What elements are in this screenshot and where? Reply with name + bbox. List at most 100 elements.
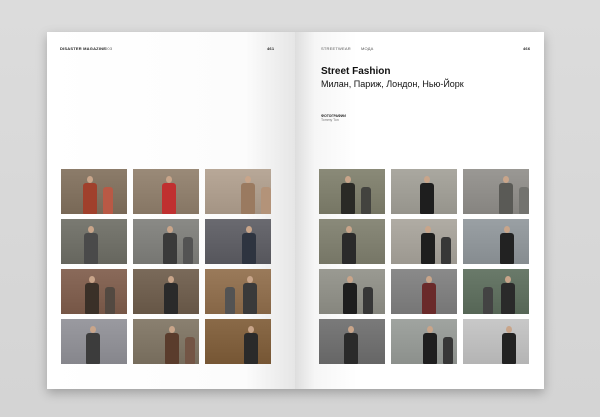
street-style-photo	[133, 169, 199, 214]
street-style-photo	[61, 169, 127, 214]
person-figure	[423, 333, 437, 364]
street-style-photo	[61, 319, 127, 364]
street-style-photo	[319, 169, 385, 214]
street-style-photo	[391, 269, 457, 314]
person-figure	[342, 233, 356, 264]
person-figure	[341, 183, 355, 214]
person-figure	[84, 233, 98, 264]
street-style-photo	[133, 269, 199, 314]
photo-background	[463, 219, 529, 264]
person-figure	[83, 183, 97, 214]
person-figure	[483, 287, 493, 314]
person-figure	[343, 283, 357, 314]
person-figure	[422, 283, 436, 314]
photo-background	[205, 319, 271, 364]
right-page: STREETWEAR МОДА 466 Street Fashion Милан…	[295, 32, 544, 389]
street-style-photo	[133, 319, 199, 364]
person-figure	[243, 283, 257, 314]
person-figure	[105, 287, 115, 314]
person-figure	[86, 333, 100, 364]
person-figure	[244, 333, 258, 364]
person-figure	[183, 237, 193, 264]
person-head	[87, 176, 93, 183]
person-figure	[162, 183, 176, 214]
photo-background	[205, 269, 271, 314]
person-figure	[261, 187, 271, 214]
person-figure	[163, 233, 177, 264]
person-head	[346, 226, 352, 233]
category-label: МОДА	[361, 46, 374, 51]
person-head	[245, 176, 251, 183]
street-style-photo	[61, 269, 127, 314]
person-figure	[164, 283, 178, 314]
person-figure	[185, 337, 195, 364]
person-figure	[500, 233, 514, 264]
person-head	[247, 276, 253, 283]
photo-background	[463, 269, 529, 314]
photo-background	[205, 219, 271, 264]
person-head	[89, 276, 95, 283]
article-title: Street Fashion	[321, 66, 391, 77]
person-head	[88, 226, 94, 233]
person-head	[167, 226, 173, 233]
person-head	[345, 176, 351, 183]
person-figure	[421, 233, 435, 264]
street-style-photo	[205, 169, 271, 214]
street-style-photo	[319, 319, 385, 364]
section-label: STREETWEAR	[321, 46, 351, 51]
person-head	[506, 326, 512, 333]
street-style-photo	[133, 219, 199, 264]
street-style-photo	[463, 169, 529, 214]
magazine-spread: DISASTER MAGAZINE 003 461 STREETWEAR МОД…	[47, 32, 544, 389]
person-figure	[242, 233, 256, 264]
street-style-photo	[319, 219, 385, 264]
street-style-photo	[391, 169, 457, 214]
person-head	[90, 326, 96, 333]
person-head	[347, 276, 353, 283]
street-style-photo	[391, 319, 457, 364]
street-style-photo	[205, 269, 271, 314]
person-figure	[85, 283, 99, 314]
person-figure	[501, 283, 515, 314]
article-subtitle: Милан, Париж, Лондон, Нью-Йорк	[321, 79, 464, 89]
street-style-photo	[463, 269, 529, 314]
photo-background	[463, 319, 529, 364]
person-figure	[443, 337, 453, 364]
person-head	[166, 176, 172, 183]
person-head	[248, 326, 254, 333]
person-figure	[361, 187, 371, 214]
person-figure	[420, 183, 434, 214]
street-style-photo	[391, 219, 457, 264]
person-head	[426, 276, 432, 283]
person-figure	[519, 187, 529, 214]
magazine-name: DISASTER MAGAZINE	[60, 46, 107, 51]
person-head	[425, 226, 431, 233]
person-figure	[499, 183, 513, 214]
person-head	[504, 226, 510, 233]
street-style-photo	[205, 319, 271, 364]
person-figure	[502, 333, 516, 364]
issue-number: 003	[105, 46, 113, 51]
street-style-photo	[319, 269, 385, 314]
person-figure	[363, 287, 373, 314]
person-figure	[441, 237, 451, 264]
person-head	[503, 176, 509, 183]
page-number-right: 466	[523, 46, 531, 51]
street-style-photo	[61, 219, 127, 264]
person-head	[246, 226, 252, 233]
person-head	[168, 276, 174, 283]
background: DISASTER MAGAZINE 003 461 STREETWEAR МОД…	[0, 0, 600, 417]
street-style-photo	[463, 219, 529, 264]
person-head	[424, 176, 430, 183]
person-figure	[241, 183, 255, 214]
person-head	[427, 326, 433, 333]
person-head	[169, 326, 175, 333]
person-figure	[103, 187, 113, 214]
person-figure	[225, 287, 235, 314]
person-head	[505, 276, 511, 283]
person-figure	[165, 333, 179, 364]
street-style-photo	[463, 319, 529, 364]
page-number-left: 461	[267, 46, 275, 51]
person-figure	[344, 333, 358, 364]
street-style-photo	[205, 219, 271, 264]
